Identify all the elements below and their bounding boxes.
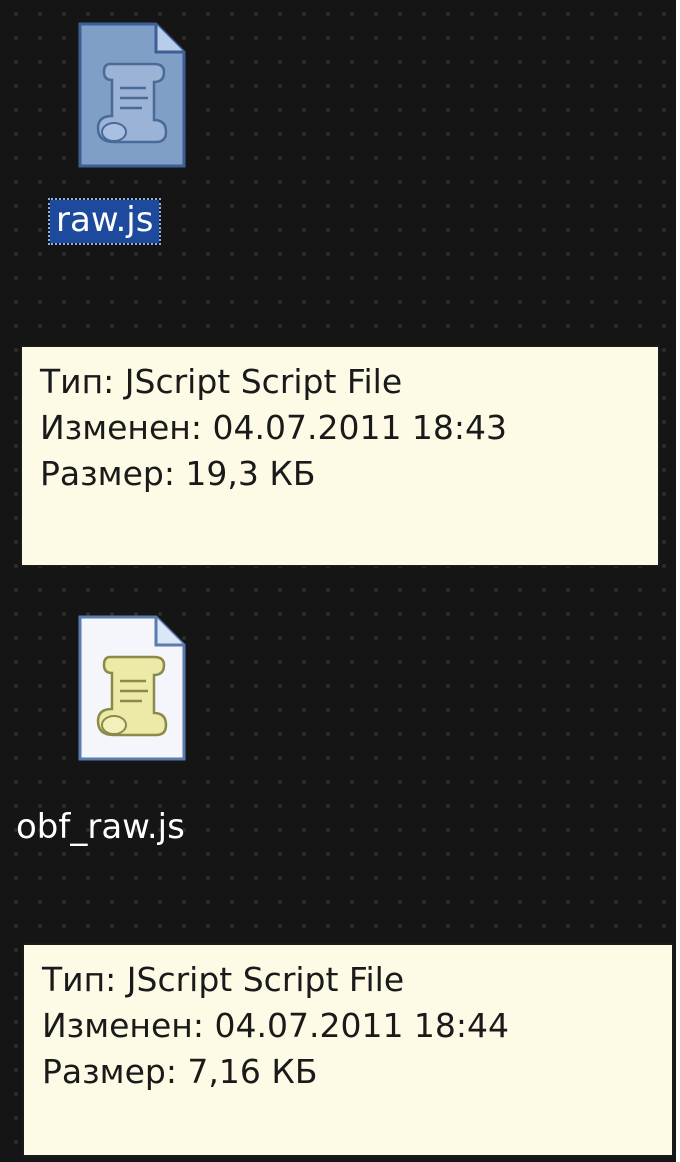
desktop: raw.js Тип: JScript Script File Изменен:… (0, 0, 676, 1162)
tooltip-size: Размер: 7,16 КБ (42, 1052, 318, 1091)
file-info-tooltip: Тип: JScript Script File Изменен: 04.07.… (22, 943, 674, 1157)
tooltip-modified: Изменен: 04.07.2011 18:43 (40, 408, 508, 447)
tooltip-size: Размер: 19,3 КБ (40, 454, 316, 493)
file-name-label: obf_raw.js (16, 807, 185, 847)
file-name-label: raw.js (47, 198, 162, 245)
file-info-tooltip: Тип: JScript Script File Изменен: 04.07.… (20, 345, 660, 567)
frame-border (676, 0, 680, 1162)
tooltip-modified: Изменен: 04.07.2011 18:44 (42, 1006, 510, 1045)
jscript-file-icon (78, 22, 186, 168)
desktop-icon-raw-js[interactable]: raw.js (47, 20, 210, 260)
tooltip-type: Тип: JScript Script File (40, 362, 403, 401)
desktop-icon-obf-raw-js[interactable]: obf_raw.js (14, 605, 254, 855)
tooltip-type: Тип: JScript Script File (42, 960, 405, 999)
jscript-file-icon (78, 615, 186, 761)
